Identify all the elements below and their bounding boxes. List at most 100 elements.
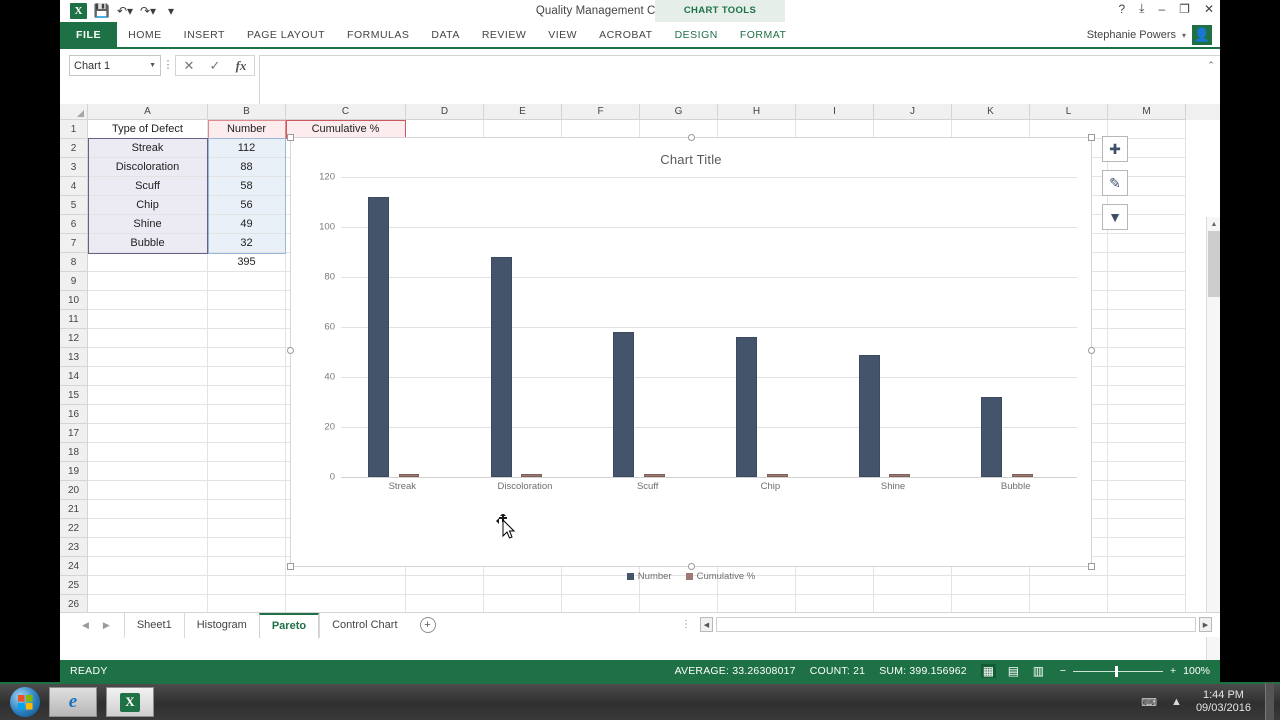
chevron-down-icon[interactable]: ▼ — [149, 62, 156, 69]
cell-A10[interactable] — [88, 291, 208, 310]
row-header-22[interactable]: 22 — [60, 519, 88, 538]
tab-acrobat[interactable]: ACROBAT — [588, 22, 663, 47]
cell-B7[interactable]: 32 — [208, 234, 286, 253]
page-break-view-icon[interactable]: ▥ — [1031, 664, 1046, 678]
vertical-scrollbar[interactable]: ▲ ▼ — [1206, 217, 1220, 717]
cell-B6[interactable]: 49 — [208, 215, 286, 234]
tab-insert[interactable]: INSERT — [173, 22, 236, 47]
show-desktop-button[interactable] — [1265, 683, 1274, 720]
cell-B14[interactable] — [208, 367, 286, 386]
column-header-h[interactable]: H — [718, 104, 796, 120]
cell-B21[interactable] — [208, 500, 286, 519]
column-header-j[interactable]: J — [874, 104, 952, 120]
row-header-23[interactable]: 23 — [60, 538, 88, 557]
bar-number-chip[interactable] — [736, 337, 757, 477]
zoom-out-button[interactable]: − — [1060, 665, 1066, 677]
hscroll-left-icon[interactable]: ◀ — [700, 617, 713, 632]
row-header-12[interactable]: 12 — [60, 329, 88, 348]
row-header-2[interactable]: 2 — [60, 139, 88, 158]
cell-A11[interactable] — [88, 310, 208, 329]
row-header-18[interactable]: 18 — [60, 443, 88, 462]
bar-number-bubble[interactable] — [981, 397, 1003, 477]
chart-handle-br[interactable] — [1088, 563, 1095, 570]
zoom-slider[interactable] — [1073, 665, 1163, 677]
insert-function-icon[interactable]: fx — [228, 58, 254, 74]
cell-M21[interactable] — [1108, 500, 1186, 519]
cell-B5[interactable]: 56 — [208, 196, 286, 215]
chart-title[interactable]: Chart Title — [291, 138, 1091, 167]
row-header-16[interactable]: 16 — [60, 405, 88, 424]
chart-elements-icon[interactable]: ✚ — [1102, 136, 1128, 162]
sheet-next-icon[interactable]: ▶ — [103, 620, 110, 631]
cell-A18[interactable] — [88, 443, 208, 462]
cell-M16[interactable] — [1108, 405, 1186, 424]
sheet-tab-sheet1[interactable]: Sheet1 — [123, 612, 184, 638]
cell-A23[interactable] — [88, 538, 208, 557]
cell-M25[interactable] — [1108, 576, 1186, 595]
cell-A5[interactable]: Chip — [88, 196, 208, 215]
cell-B10[interactable] — [208, 291, 286, 310]
row-header-3[interactable]: 3 — [60, 158, 88, 177]
start-button[interactable] — [10, 687, 40, 717]
account-caret-icon[interactable]: ▾ — [1182, 31, 1186, 40]
legend-item-cumulative[interactable]: Cumulative % — [685, 571, 755, 582]
scroll-up-icon[interactable]: ▲ — [1207, 217, 1221, 231]
cell-A6[interactable]: Shine — [88, 215, 208, 234]
cell-A21[interactable] — [88, 500, 208, 519]
bar-number-scuff[interactable] — [613, 332, 635, 477]
row-header-7[interactable]: 7 — [60, 234, 88, 253]
close-icon[interactable]: ✕ — [1204, 2, 1214, 16]
cell-B12[interactable] — [208, 329, 286, 348]
row-header-15[interactable]: 15 — [60, 386, 88, 405]
cell-B25[interactable] — [208, 576, 286, 595]
tab-file[interactable]: FILE — [60, 22, 118, 47]
column-header-c[interactable]: C — [286, 104, 406, 120]
cell-B23[interactable] — [208, 538, 286, 557]
cell-B3[interactable]: 88 — [208, 158, 286, 177]
zoom-level[interactable]: 100% — [1183, 665, 1210, 677]
column-header-i[interactable]: I — [796, 104, 874, 120]
row-header-17[interactable]: 17 — [60, 424, 88, 443]
cell-B4[interactable]: 58 — [208, 177, 286, 196]
row-header-10[interactable]: 10 — [60, 291, 88, 310]
cell-M11[interactable] — [1108, 310, 1186, 329]
cell-M20[interactable] — [1108, 481, 1186, 500]
minimize-icon[interactable]: – — [1158, 2, 1165, 16]
cell-A22[interactable] — [88, 519, 208, 538]
tab-view[interactable]: VIEW — [537, 22, 588, 47]
cell-A20[interactable] — [88, 481, 208, 500]
cell-A2[interactable]: Streak — [88, 139, 208, 158]
cell-M18[interactable] — [1108, 443, 1186, 462]
cell-A3[interactable]: Discoloration — [88, 158, 208, 177]
cell-M14[interactable] — [1108, 367, 1186, 386]
zoom-in-button[interactable]: + — [1170, 665, 1176, 677]
cell-A1[interactable]: Type of Defect — [88, 120, 208, 139]
keyboard-icon[interactable]: ⌨ — [1141, 696, 1157, 709]
row-header-5[interactable]: 5 — [60, 196, 88, 215]
column-header-k[interactable]: K — [952, 104, 1030, 120]
cell-M23[interactable] — [1108, 538, 1186, 557]
bar-cumulative-discoloration[interactable] — [521, 474, 543, 477]
row-header-20[interactable]: 20 — [60, 481, 88, 500]
row-header-14[interactable]: 14 — [60, 367, 88, 386]
tab-data[interactable]: DATA — [420, 22, 470, 47]
tab-format[interactable]: FORMAT — [729, 22, 798, 47]
cell-A16[interactable] — [88, 405, 208, 424]
cell-B17[interactable] — [208, 424, 286, 443]
sheet-prev-icon[interactable]: ◀ — [82, 620, 89, 631]
bar-cumulative-bubble[interactable] — [1012, 474, 1033, 477]
cell-A9[interactable] — [88, 272, 208, 291]
cell-M15[interactable] — [1108, 386, 1186, 405]
chart-handle-mr[interactable] — [1088, 347, 1095, 354]
cell-M13[interactable] — [1108, 348, 1186, 367]
chart-handle-tc[interactable] — [688, 134, 695, 141]
cell-M10[interactable] — [1108, 291, 1186, 310]
tab-design[interactable]: DESIGN — [664, 22, 729, 47]
cell-B24[interactable] — [208, 557, 286, 576]
cell-A14[interactable] — [88, 367, 208, 386]
tab-page-layout[interactable]: PAGE LAYOUT — [236, 22, 336, 47]
cell-A4[interactable]: Scuff — [88, 177, 208, 196]
cell-B22[interactable] — [208, 519, 286, 538]
horizontal-scrollbar[interactable]: ⋮ ◀ ▶ — [681, 617, 1212, 632]
sheet-tab-control-chart[interactable]: Control Chart — [319, 612, 409, 638]
